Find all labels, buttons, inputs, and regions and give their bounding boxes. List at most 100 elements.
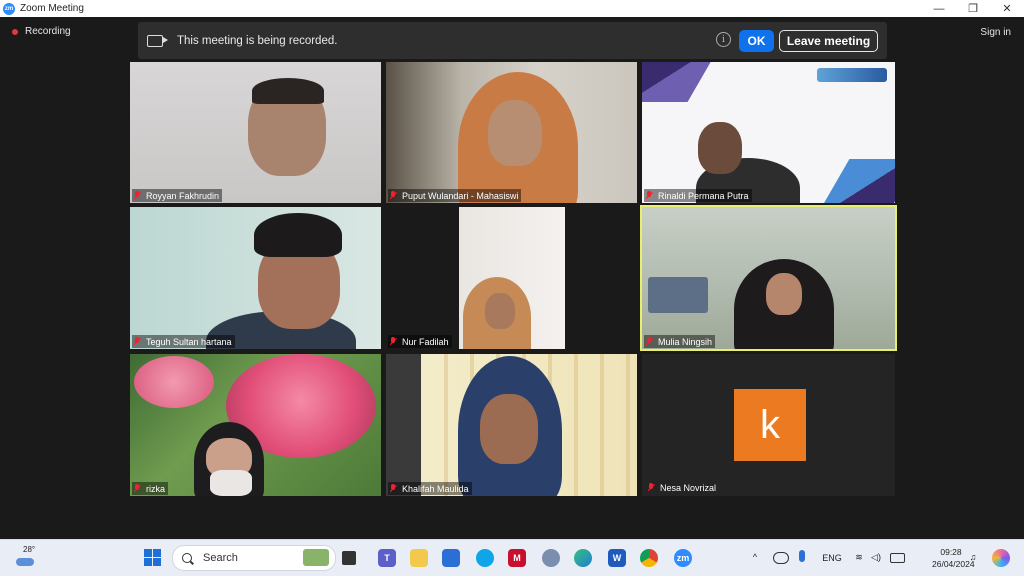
teams-icon[interactable]: T [378,549,396,567]
participant-name-label: Nur Fadilah [388,335,452,348]
participant-name: rizka [146,483,166,494]
wifi-icon[interactable]: ≋ [853,551,865,563]
vscode-icon[interactable] [476,549,494,567]
rose-background [134,356,214,408]
search-placeholder: Search [203,552,238,564]
participant-hair [252,78,324,104]
windows-logo-icon-part [153,549,161,557]
word-icon[interactable]: W [608,549,626,567]
recording-label: Recording [25,26,71,37]
participant-tile[interactable]: Nur Fadilah [386,207,637,349]
muted-mic-icon [390,484,397,493]
leave-meeting-button[interactable]: Leave meeting [779,30,878,52]
muted-mic-icon [646,191,653,200]
minimize-button[interactable]: — [922,0,956,17]
restore-button[interactable]: ❐ [956,0,990,17]
windows-logo-icon [144,549,152,557]
store-icon[interactable] [442,549,460,567]
participant-face [698,122,742,174]
muted-mic-icon [134,484,141,493]
participant-avatar: k [734,389,806,461]
participant-face [485,293,515,329]
muted-mic-icon [646,337,653,346]
participant-name-label: Royyan Fakhrudin [132,189,223,202]
notification-bell-icon[interactable]: ♫ [967,551,979,563]
cloud-sync-icon[interactable] [773,552,789,564]
recording-indicator[interactable]: Recording [12,26,71,37]
weather-temperature: 28° [23,545,36,554]
muted-mic-icon [134,191,141,200]
task-view-icon[interactable] [342,551,356,565]
battery-icon[interactable] [890,553,905,563]
search-icon [182,553,192,563]
participant-name-label: Puput Wulandari - Mahasiswi [388,189,522,202]
participant-name: Mulia Ningsih [658,336,713,347]
window-titlebar: zm Zoom Meeting — ❐ ✕ [0,0,1024,17]
participant-face [766,273,802,315]
mcafee-icon[interactable]: M [508,549,526,567]
muted-mic-icon [648,483,655,492]
recording-camera-icon [147,34,168,47]
participant-hair [254,213,342,257]
participant-name: Khalifah Maulida [402,483,469,494]
close-button[interactable]: ✕ [990,0,1024,17]
clock-date: 26/04/2024 [932,559,975,569]
search-highlight-icon [303,549,329,566]
virtual-background-graphic [642,62,717,102]
windows-logo-icon-part [153,558,161,566]
face-mask [210,470,252,496]
copilot-icon[interactable] [992,549,1010,567]
participant-name-label: Rinaldi Permana Putra [644,189,752,202]
participant-name-label: Khalifah Maulida [388,482,472,495]
window-controls: — ❐ ✕ [922,0,1024,17]
info-icon[interactable]: i [716,32,731,47]
participant-tile[interactable]: Khalifah Maulida [386,354,637,496]
folder-icon[interactable] [410,549,428,567]
meeting-area: Recording Sign in This meeting is being … [0,17,1024,539]
participant-name-label: Mulia Ningsih [644,335,716,348]
muted-mic-icon [390,191,397,200]
participant-tile[interactable]: Royyan Fakhrudin [130,62,381,203]
participant-tile[interactable]: Rinaldi Permana Putra [642,62,895,203]
virtual-background-graphic [820,159,895,203]
recording-dot-icon [12,28,18,35]
volume-icon[interactable]: ◁) [870,551,882,563]
windows-taskbar: 28° Search T M W zm ^ ENG ≋ ◁) 09:28 26/… [0,539,1024,576]
system-clock[interactable]: 09:28 26/04/2024 [932,546,975,570]
window-title: Zoom Meeting [20,3,84,14]
participant-name: Puput Wulandari - Mahasiswi [402,190,519,201]
chrome-icon[interactable] [640,549,658,567]
participant-name: Rinaldi Permana Putra [658,190,749,201]
participant-name-label: Nesa Novrizal [646,481,719,494]
windows-logo-icon-part [144,558,152,566]
ok-button[interactable]: OK [739,30,774,52]
muted-mic-icon [390,337,397,346]
language-indicator[interactable]: ENG [818,552,846,564]
weather-widget[interactable]: 28° [16,545,40,571]
participant-tile-active-speaker[interactable]: Mulia Ningsih [640,205,897,351]
participant-face [480,394,538,464]
show-hidden-icons-chevron-icon[interactable]: ^ [749,551,761,563]
browser-icon[interactable] [542,549,560,567]
participant-background [648,277,708,313]
participant-video [459,207,565,349]
muted-mic-icon [134,337,141,346]
microphone-icon[interactable] [799,550,805,562]
participant-tile[interactable]: k Nesa Novrizal [642,354,895,496]
participant-name: Royyan Fakhrudin [146,190,220,201]
participant-tile[interactable]: Puput Wulandari - Mahasiswi [386,62,637,203]
recording-banner: This meeting is being recorded. i OK Lea… [138,22,887,59]
participant-name: Teguh Sultan hartana [146,336,232,347]
zoom-icon[interactable]: zm [674,549,692,567]
signin-link[interactable]: Sign in [980,27,1011,38]
participant-name: Nesa Novrizal [660,482,717,493]
participant-face [488,100,542,166]
kampus-merdeka-logo [817,68,887,82]
zoom-app-icon: zm [3,2,15,15]
taskbar-search-box[interactable]: Search [172,545,336,571]
participant-tile[interactable]: rizka [130,354,381,496]
start-button[interactable] [144,549,161,566]
participant-name-label: Teguh Sultan hartana [132,335,235,348]
participant-tile[interactable]: Teguh Sultan hartana [130,207,381,349]
edge-icon[interactable] [574,549,592,567]
